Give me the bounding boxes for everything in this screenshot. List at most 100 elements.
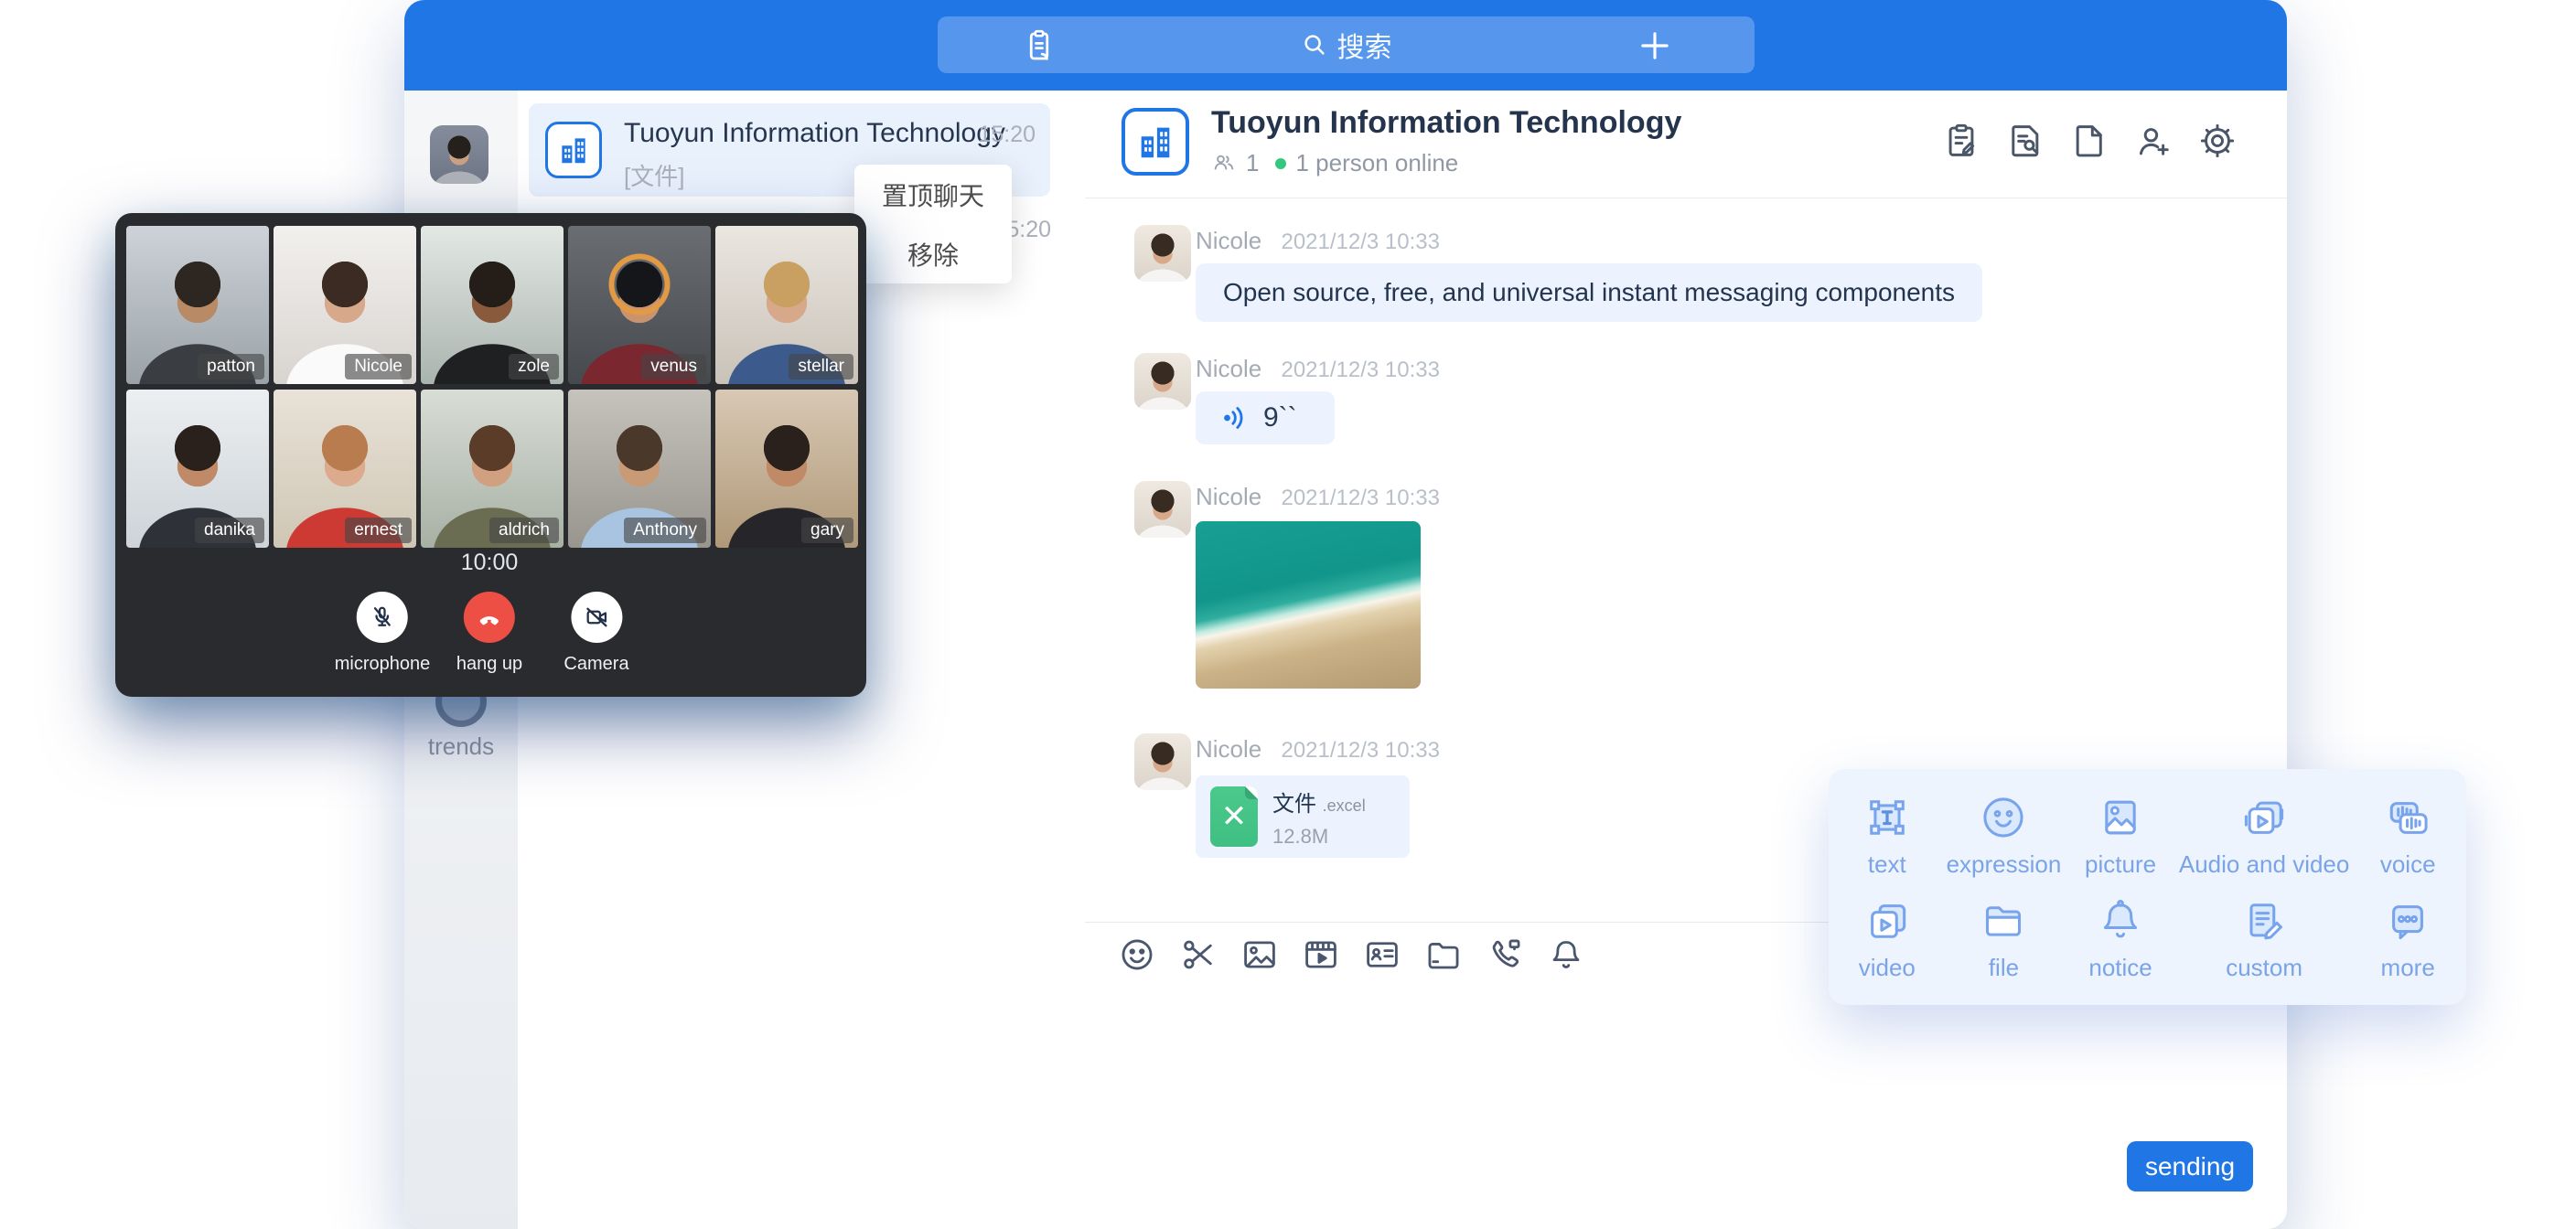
participant-tile[interactable]: venus [568,226,711,384]
camera-off-icon [583,604,610,631]
chat-subtitle: 1 1 person online [1211,149,1458,177]
folder-icon[interactable] [1424,935,1463,974]
panel-item-file[interactable]: file [1946,887,2063,990]
search-placeholder-wrap: 搜索 [938,16,1755,73]
panel-item-more[interactable]: more [2349,887,2466,990]
chat-header-actions [1941,121,2238,161]
participant-name: aldrich [489,518,559,543]
panel-item-video[interactable]: video [1829,887,1946,990]
camera-control: Camera [564,592,628,675]
participant-name: Nicole [345,354,412,379]
hang-up-icon [475,603,504,632]
message-time: 2021/12/3 10:33 [1281,230,1440,254]
sender-name: Nicole [1196,227,1261,254]
participant-tile[interactable]: aldrich [421,390,564,548]
hang-up-button[interactable] [464,592,515,643]
custom-icon [2238,895,2290,946]
panel-item-text[interactable]: text [1829,784,1946,887]
page: 搜索 trends [0,0,2576,1229]
message-time: 2021/12/3 10:33 [1281,358,1440,382]
screenshot-scissors-icon[interactable] [1179,935,1218,974]
camera-toggle-button[interactable] [571,592,622,643]
excel-file-icon: ✕ [1210,786,1258,847]
participant-name: zole [509,354,559,379]
online-dot [1275,158,1286,169]
chat-title: Tuoyun Information Technology [1211,105,1681,141]
add-member-icon[interactable] [2133,121,2174,161]
notice-bell-icon [2095,895,2146,946]
participant-tile[interactable]: danika [126,390,269,548]
settings-gear-icon[interactable] [2197,121,2238,161]
conversation-time: 15:20 [978,122,1036,148]
group-avatar [545,122,602,178]
menu-item-remove[interactable]: 移除 [854,224,1012,283]
participant-tile[interactable]: zole [421,226,564,384]
camera-label: Camera [564,654,628,675]
participant-tile[interactable]: patton [126,226,269,384]
beach-photo-message[interactable] [1196,521,1421,689]
send-button[interactable]: sending [2127,1141,2253,1192]
sender-avatar[interactable] [1134,353,1191,410]
message-image: Nicole 2021/12/3 10:33 [1134,481,1440,689]
menu-item-pin-chat[interactable]: 置顶聊天 [854,165,1012,224]
text-icon [1862,792,1913,843]
video-call-icon[interactable] [1486,935,1524,974]
chat-history-icon[interactable] [2005,121,2045,161]
panel-item-custom[interactable]: custom [2179,887,2349,990]
group-file-icon[interactable] [2069,121,2109,161]
search-input[interactable]: 搜索 [938,16,1755,73]
panel-item-voice[interactable]: voice [2349,784,2466,887]
panel-item-picture[interactable]: picture [2062,784,2179,887]
call-timer: 10:00 [461,550,519,576]
message-voice: Nicole 2021/12/3 10:33 9`` [1134,353,1440,444]
microphone-mute-button[interactable] [357,592,408,643]
member-count: 1 [1246,149,1259,177]
sender-name: Nicole [1196,355,1261,382]
participant-tile[interactable]: ernest [274,390,416,548]
contact-card-icon[interactable] [1363,935,1401,974]
expression-icon [1978,792,2029,843]
image-icon[interactable] [1240,935,1279,974]
file-folder-icon [1978,895,2029,946]
message-time: 2021/12/3 10:33 [1281,738,1440,763]
participant-name: danika [195,518,264,543]
building-icon [1134,121,1176,163]
voice-duration: 9`` [1263,402,1297,433]
participant-tile[interactable]: Anthony [568,390,711,548]
sender-name: Nicole [1196,735,1261,763]
online-text: 1 person online [1295,149,1458,177]
microphone-label: microphone [335,654,431,675]
voice-wave-icon [1219,402,1250,433]
video-clip-icon[interactable] [1302,935,1340,974]
sender-avatar[interactable] [1134,225,1191,282]
trends-label: trends [404,732,518,761]
file-ext: .excel [1323,796,1366,815]
message-bubble[interactable]: Open source, free, and universal instant… [1196,263,1982,322]
microphone-control: microphone [335,592,431,675]
mic-off-icon [369,604,396,631]
participant-name: venus [641,354,706,379]
picture-icon [2095,792,2146,843]
emoji-icon[interactable] [1118,935,1156,974]
user-avatar[interactable] [430,125,488,184]
message-type-panel: text expression picture [1829,769,2466,1005]
file-message-card[interactable]: ✕ 文件 .excel 12.8M [1196,775,1410,858]
participant-tile[interactable]: Nicole [274,226,416,384]
bell-icon[interactable] [1547,935,1585,974]
sender-avatar[interactable] [1134,481,1191,538]
add-icon[interactable] [1636,27,1674,65]
sender-avatar[interactable] [1134,733,1191,790]
group-avatar [1122,108,1189,176]
message-file: Nicole 2021/12/3 10:33 ✕ 文件 .excel 12.8M [1134,733,1440,858]
participant-name: stellar [789,354,853,379]
participant-name: ernest [345,518,412,543]
panel-item-audio-video[interactable]: Audio and video [2179,784,2349,887]
voice-message-bubble[interactable]: 9`` [1196,391,1335,444]
participant-tile[interactable]: stellar [715,226,858,384]
panel-item-expression[interactable]: expression [1946,784,2063,887]
audio-video-icon [2238,792,2290,843]
chat-panel: Tuoyun Information Technology 1 1 person… [1085,91,2287,1229]
group-notice-icon[interactable] [1941,121,1981,161]
participant-tile[interactable]: gary [715,390,858,548]
panel-item-notice[interactable]: notice [2062,887,2179,990]
